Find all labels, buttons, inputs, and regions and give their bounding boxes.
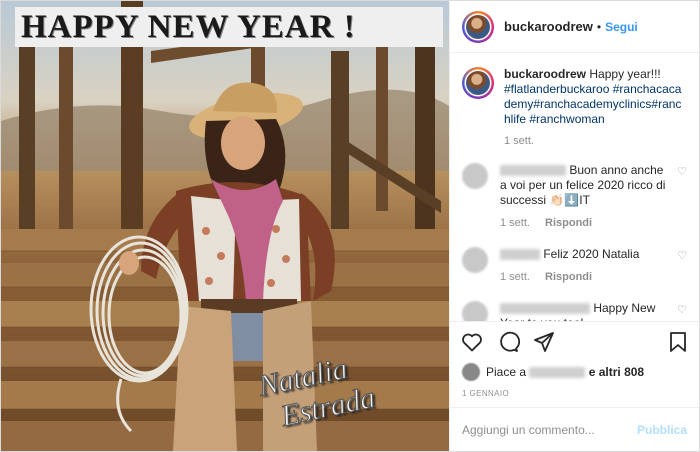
likes-count[interactable]: e altri 808 bbox=[589, 365, 644, 379]
banner-text: HAPPY NEW YEAR ! bbox=[21, 8, 356, 45]
caption-avatar[interactable] bbox=[462, 67, 494, 99]
blurred-username bbox=[500, 249, 540, 261]
liker-avatar bbox=[462, 363, 480, 381]
blurred-username bbox=[500, 165, 566, 177]
likes-summary[interactable]: Piace a e altri 808 bbox=[450, 361, 699, 383]
comment-like-heart-icon[interactable]: ♡ bbox=[677, 249, 687, 262]
like-heart-icon[interactable] bbox=[460, 330, 484, 354]
blurred-username bbox=[500, 303, 590, 315]
instagram-post: HAPPY NEW YEAR ! Natalia Estrada buckaro… bbox=[0, 0, 700, 452]
reply-button[interactable]: Rispondi bbox=[545, 271, 592, 283]
follow-button[interactable]: Segui bbox=[605, 20, 638, 34]
comments-section: buckaroodrew Happy year!!! #flatlanderbu… bbox=[450, 53, 699, 321]
comment-like-heart-icon[interactable]: ♡ bbox=[677, 165, 687, 178]
likes-prefix: Piace a bbox=[486, 365, 527, 379]
caption-username[interactable]: buckaroodrew bbox=[504, 67, 586, 81]
blurred-liker-name bbox=[529, 366, 586, 378]
caption-time[interactable]: 1 sett. bbox=[504, 135, 687, 147]
commenter-avatar[interactable] bbox=[462, 301, 488, 321]
post-side-panel: buckaroodrew • Segui buckaroodrew Happy … bbox=[449, 1, 699, 451]
author-avatar[interactable] bbox=[462, 10, 494, 43]
post-actions-bar bbox=[450, 321, 699, 361]
separator-dot: • bbox=[596, 19, 602, 34]
comment-time[interactable]: 1 sett. bbox=[500, 217, 530, 229]
bookmark-icon[interactable] bbox=[667, 330, 689, 354]
comment-item: Feliz 2020 Natalia 1 sett. Rispondi ♡ bbox=[462, 247, 687, 285]
post-caption: buckaroodrew Happy year!!! #flatlanderbu… bbox=[462, 67, 687, 127]
post-header: buckaroodrew • Segui bbox=[450, 1, 699, 53]
add-comment-bar: Pubblica bbox=[450, 407, 699, 451]
comment-bubble-icon[interactable] bbox=[496, 330, 520, 354]
post-date[interactable]: 1 GENNAIO bbox=[450, 383, 699, 407]
author-username[interactable]: buckaroodrew bbox=[504, 19, 593, 34]
share-paper-plane-icon[interactable] bbox=[532, 330, 556, 354]
comment-item: Buon anno anche a voi per un felice 2020… bbox=[462, 163, 687, 231]
caption-text: Happy year!!! bbox=[589, 67, 661, 81]
comment-item: Happy New Year to you too! ♡ bbox=[462, 301, 687, 321]
commenter-avatar[interactable] bbox=[462, 163, 488, 189]
publish-button[interactable]: Pubblica bbox=[637, 423, 687, 437]
post-photo[interactable]: HAPPY NEW YEAR ! Natalia Estrada bbox=[1, 1, 449, 451]
new-year-banner: HAPPY NEW YEAR ! bbox=[15, 7, 443, 47]
commenter-avatar[interactable] bbox=[462, 247, 488, 273]
comment-time[interactable]: 1 sett. bbox=[500, 271, 530, 283]
reply-button[interactable]: Rispondi bbox=[545, 217, 592, 229]
comment-text: Feliz 2020 Natalia bbox=[543, 247, 640, 261]
comment-like-heart-icon[interactable]: ♡ bbox=[677, 303, 687, 316]
caption-hashtags[interactable]: #flatlanderbuckaroo #ranchacacademy#ranc… bbox=[504, 82, 681, 126]
add-comment-input[interactable] bbox=[462, 422, 637, 437]
